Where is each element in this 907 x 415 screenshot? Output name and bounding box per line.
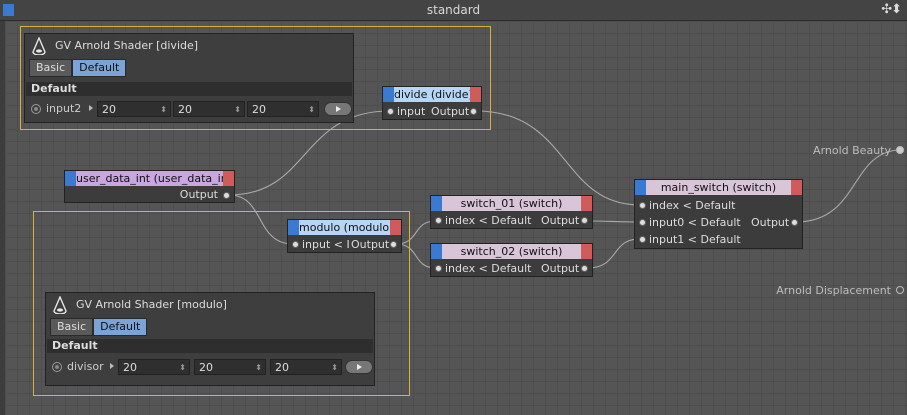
param-row-input2: input2 20 ⬍ 20 ⬍ 20 ⬍	[25, 99, 353, 119]
node-color-tab	[431, 244, 442, 259]
node-header[interactable]: modulo (modulo)	[288, 220, 401, 235]
panel-title: GV Arnold Shader [divide]	[55, 39, 199, 52]
section-header: Default	[47, 339, 373, 353]
node-preview-tab[interactable]	[390, 220, 401, 235]
output-label-displacement: Arnold Displacement	[776, 284, 891, 297]
node-color-tab	[431, 196, 442, 211]
input-port-label: input < I	[302, 238, 350, 251]
node-preview-tab[interactable]	[581, 244, 592, 259]
node-color-tab	[383, 87, 394, 102]
output-port-dot[interactable]	[390, 241, 397, 248]
output-beauty-dot[interactable]	[896, 146, 904, 154]
expand-triangle-icon[interactable]	[110, 363, 114, 369]
node-main-switch[interactable]: main_switch (switch) index < Default inp…	[634, 179, 803, 249]
node-title: switch_01 (switch)	[442, 196, 581, 211]
value-field-z[interactable]: 20 ⬍	[270, 359, 342, 375]
node-color-tab	[635, 180, 646, 195]
node-switch-02[interactable]: switch_02 (switch) index < Default Outpu…	[430, 243, 593, 277]
output-port-dot[interactable]	[791, 219, 798, 226]
input-port-dot[interactable]	[639, 219, 646, 226]
output-port-label: Output	[541, 262, 580, 275]
node-preview-tab[interactable]	[470, 87, 481, 102]
output-port-label: Output	[179, 188, 218, 201]
input-port-dot[interactable]	[639, 202, 646, 209]
play-button[interactable]	[324, 102, 352, 116]
node-switch-01[interactable]: switch_01 (switch) index < Default Outpu…	[430, 195, 593, 229]
arnold-shader-icon	[53, 296, 67, 314]
input-port-label: index < Default	[445, 262, 532, 275]
tab-default[interactable]: Default	[93, 318, 148, 336]
node-title: user_data_int (user_data_int)	[76, 171, 223, 186]
output-port-dot[interactable]	[581, 217, 588, 224]
panel-title: GV Arnold Shader [modulo]	[76, 298, 227, 311]
panel-tabs: Basic Default	[50, 318, 148, 336]
input-port-label: input1 < Default	[649, 233, 741, 246]
node-header[interactable]: divide (divide)	[383, 87, 481, 102]
node-preview-tab[interactable]	[223, 171, 234, 186]
input-port-dot[interactable]	[387, 108, 394, 115]
tab-basic[interactable]: Basic	[29, 59, 73, 77]
node-divide[interactable]: divide (divide) input Output	[382, 86, 482, 120]
node-header[interactable]: switch_02 (switch)	[431, 244, 592, 259]
output-port-dot[interactable]	[223, 192, 230, 199]
param-label: divisor	[67, 360, 104, 373]
output-port-label: Output	[751, 216, 790, 229]
tab-basic[interactable]: Basic	[50, 318, 94, 336]
output-port-label: Output	[431, 105, 470, 118]
shader-panel-modulo: GV Arnold Shader [modulo] Basic Default D…	[45, 292, 375, 386]
expand-triangle-icon[interactable]	[89, 105, 93, 111]
input-port-label: index < Default	[649, 199, 736, 212]
value-field-z[interactable]: 20 ⬍	[247, 101, 319, 117]
node-title: modulo (modulo)	[299, 220, 390, 235]
node-color-tab	[65, 171, 76, 186]
input-port-label: index < Default	[445, 214, 532, 227]
play-button[interactable]	[345, 360, 373, 374]
value-field-y[interactable]: 20 ⬍	[194, 359, 266, 375]
node-title: divide (divide)	[394, 87, 470, 102]
node-preview-tab[interactable]	[581, 196, 592, 211]
output-port-label: Output	[351, 238, 390, 251]
input-port-dot[interactable]	[292, 241, 299, 248]
node-color-tab	[288, 220, 299, 235]
value-field-x[interactable]: 20 ⬍	[118, 359, 190, 375]
input-port-dot[interactable]	[639, 236, 646, 243]
panel-tabs: Basic Default	[29, 59, 127, 77]
node-header[interactable]: switch_01 (switch)	[431, 196, 592, 211]
node-preview-tab[interactable]	[791, 180, 802, 195]
node-modulo[interactable]: modulo (modulo) input < I Output	[287, 219, 402, 253]
panel-header: GV Arnold Shader [modulo]	[46, 293, 374, 317]
tab-default[interactable]: Default	[72, 59, 127, 77]
value-field-y[interactable]: 20 ⬍	[173, 101, 245, 117]
panel-header: GV Arnold Shader [divide]	[25, 34, 353, 58]
input-port-dot[interactable]	[435, 217, 442, 224]
output-port-dot[interactable]	[581, 265, 588, 272]
node-title: main_switch (switch)	[646, 180, 791, 195]
input-port-label: input0 < Default	[649, 216, 741, 229]
output-displacement-dot[interactable]	[896, 286, 904, 294]
param-label: input2	[46, 102, 82, 115]
animate-radio[interactable]	[52, 362, 62, 372]
move-scale-icon[interactable]: ✣⬍	[881, 2, 902, 17]
shader-panel-divide: GV Arnold Shader [divide] Basic Default D…	[24, 33, 354, 123]
editor-title: standard	[426, 3, 481, 17]
input-port-label: input	[397, 105, 426, 118]
value-field-x[interactable]: 20 ⬍	[97, 101, 171, 117]
editor-titlebar: standard ✣⬍	[0, 0, 907, 21]
animate-radio[interactable]	[31, 104, 41, 114]
param-row-divisor: divisor 20 ⬍ 20 ⬍ 20 ⬍	[46, 357, 374, 377]
node-user-data-int[interactable]: user_data_int (user_data_int) Output	[64, 170, 235, 203]
node-title: switch_02 (switch)	[442, 244, 581, 259]
node-header[interactable]: user_data_int (user_data_int)	[65, 171, 234, 186]
output-port-label: Output	[541, 214, 580, 227]
section-header: Default	[26, 82, 352, 96]
output-port-dot[interactable]	[470, 108, 477, 115]
output-label-beauty: Arnold Beauty	[813, 144, 891, 157]
input-port-dot[interactable]	[435, 265, 442, 272]
arnold-shader-icon	[32, 37, 46, 55]
node-header[interactable]: main_switch (switch)	[635, 180, 802, 195]
